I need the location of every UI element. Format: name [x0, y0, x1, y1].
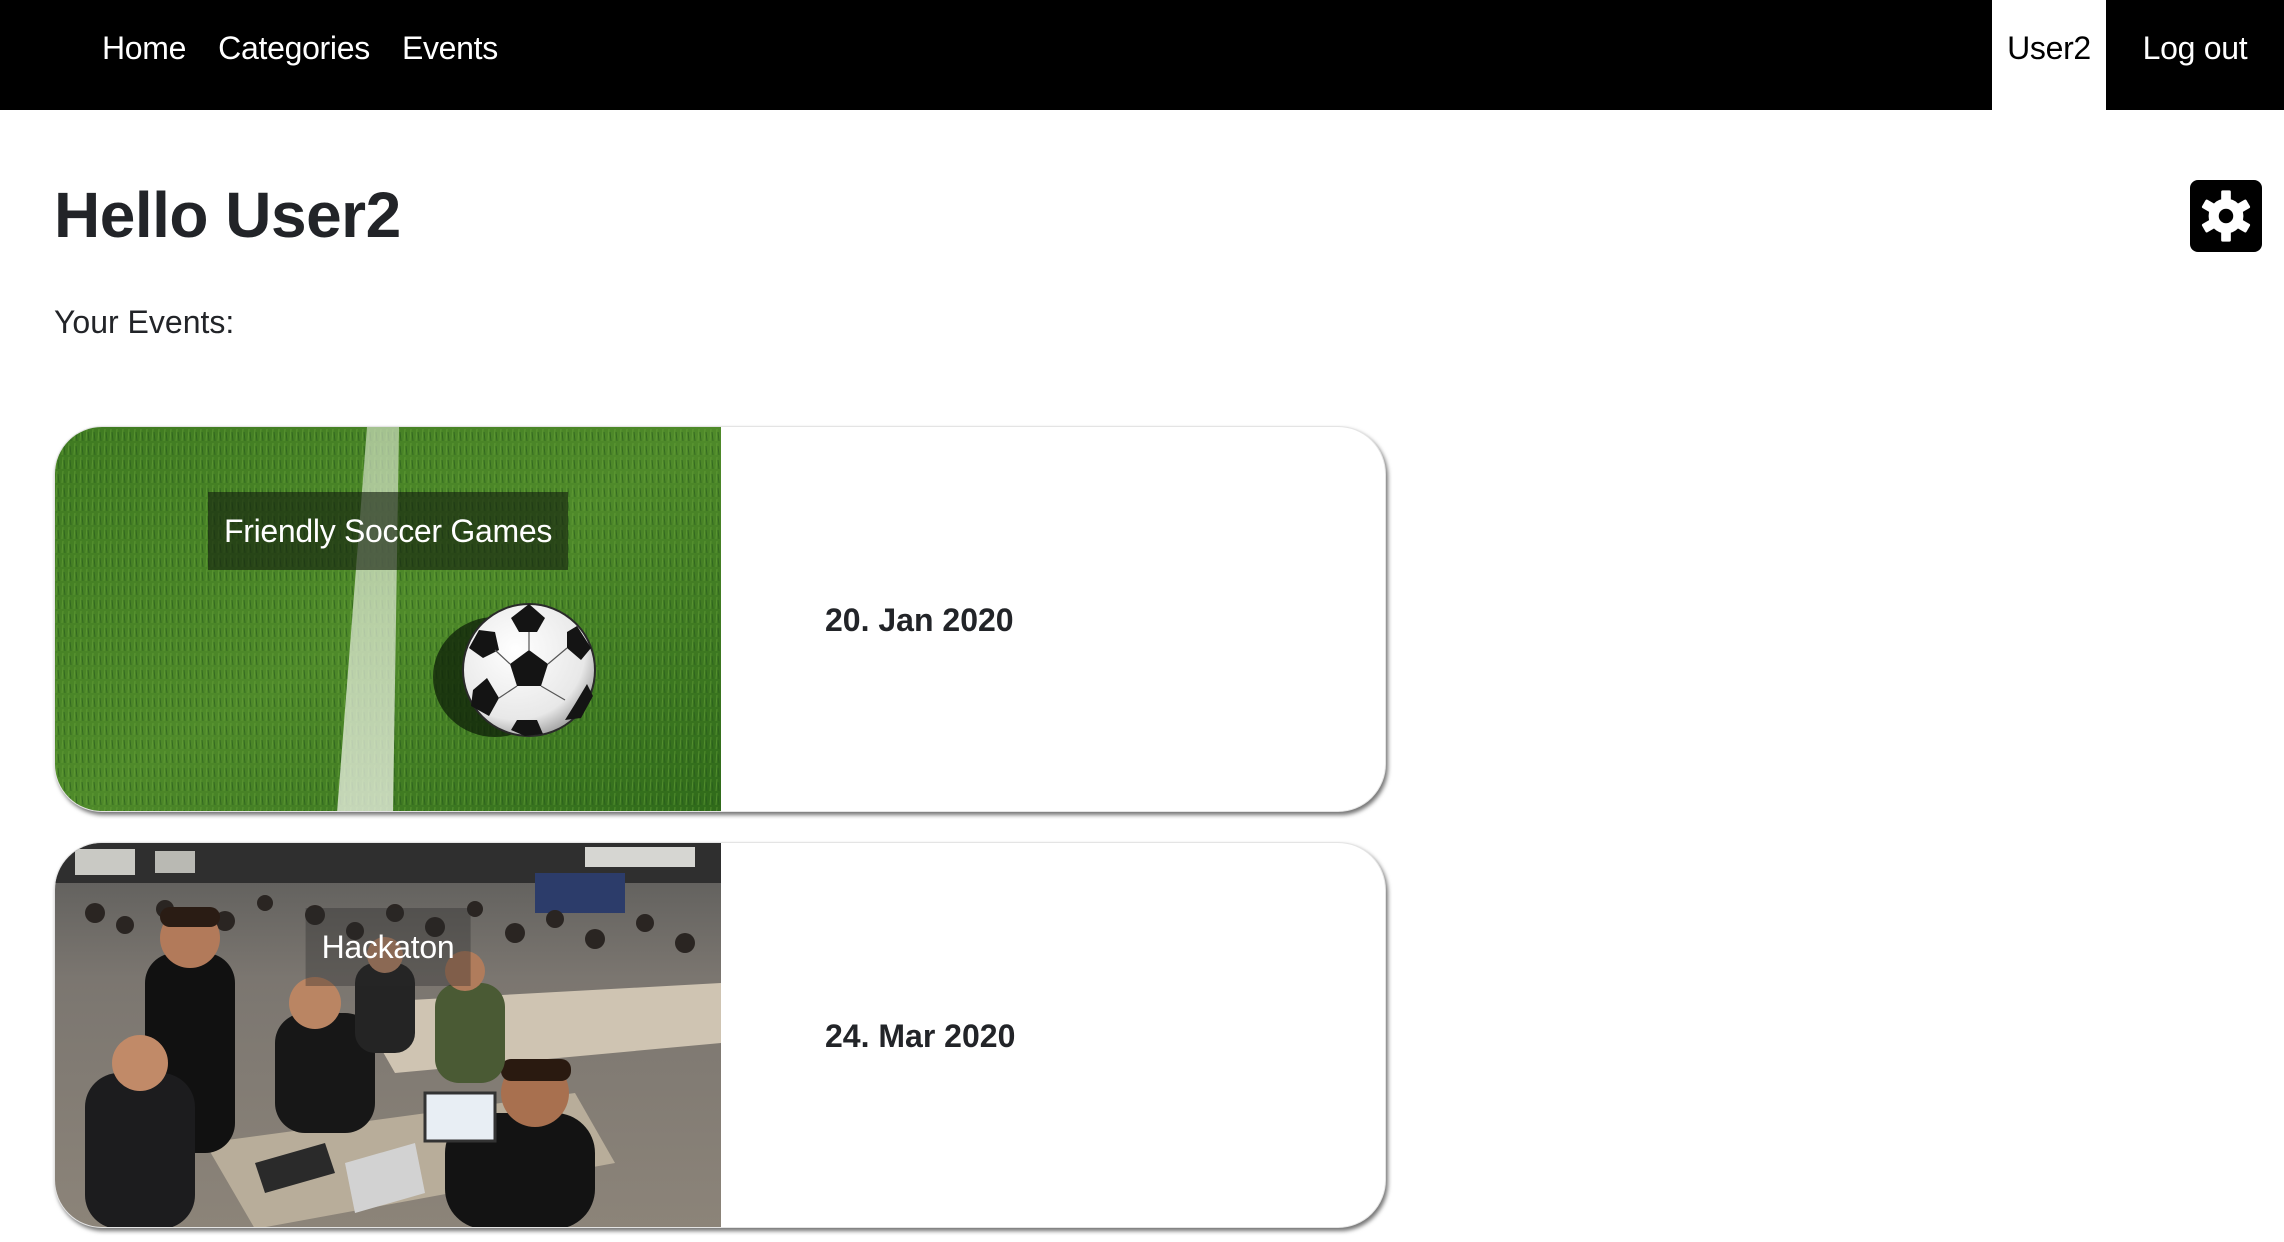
- nav-link-categories[interactable]: Categories: [202, 0, 386, 110]
- settings-button[interactable]: [2190, 180, 2262, 252]
- event-title: Hackaton: [305, 908, 471, 986]
- gear-icon: [2201, 190, 2251, 242]
- event-date: 24. Mar 2020: [825, 1017, 1016, 1054]
- event-card-soccer[interactable]: Friendly Soccer Games 20. Jan 2020: [54, 426, 1386, 812]
- logout-link[interactable]: Log out: [2106, 0, 2284, 110]
- event-image-hackaton: Hackaton: [55, 843, 721, 1227]
- your-events-label: Your Events:: [54, 304, 235, 340]
- nav-link-home[interactable]: Home: [86, 0, 202, 110]
- nav-user-link[interactable]: User2: [1992, 0, 2106, 110]
- event-date: 20. Jan 2020: [825, 601, 1014, 638]
- nav-link-events[interactable]: Events: [386, 0, 514, 110]
- event-title: Friendly Soccer Games: [207, 492, 569, 570]
- top-navbar: Home Categories Events User2 Log out: [0, 0, 2284, 110]
- event-card-hackaton[interactable]: Hackaton 24. Mar 2020: [54, 842, 1386, 1228]
- page-title: Hello User2: [54, 179, 401, 251]
- nav-links: Home Categories Events: [86, 0, 514, 110]
- event-image-soccer: Friendly Soccer Games: [55, 427, 721, 811]
- nav-account: User2 Log out: [1992, 0, 2284, 110]
